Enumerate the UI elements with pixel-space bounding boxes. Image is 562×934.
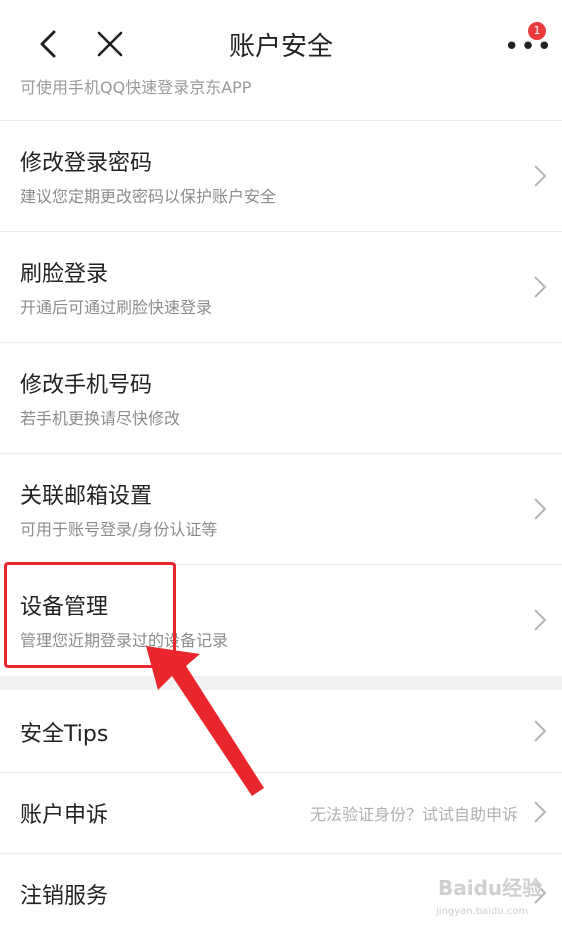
more-menu-button[interactable]: ••• 1 xyxy=(498,22,552,64)
item-subtitle: 建议您定期更改密码以保护账户安全 xyxy=(20,187,277,206)
more-dots-icon: ••• xyxy=(504,32,554,62)
item-title: 刷脸登录 xyxy=(20,262,109,287)
navigation-bar: 账户安全 ••• 1 xyxy=(0,0,562,78)
highlight-box xyxy=(4,562,176,668)
item-title: 修改登录密码 xyxy=(20,151,153,176)
list-item-security-tips[interactable]: 安全Tips xyxy=(0,690,562,772)
item-title: 注销服务 xyxy=(20,884,109,909)
list-item-change-password[interactable]: 修改登录密码 建议您定期更改密码以保护账户安全 xyxy=(0,121,562,231)
list-item-face-login[interactable]: 刷脸登录 开通后可通过刷脸快速登录 xyxy=(0,232,562,342)
list-item-email-settings[interactable]: 关联邮箱设置 可用于账号登录/身份认证等 xyxy=(0,454,562,564)
partial-item-subtitle: 可使用手机QQ快速登录京东APP xyxy=(20,78,252,97)
item-title: 账户申诉 xyxy=(20,803,109,828)
chevron-right-icon xyxy=(534,720,547,742)
watermark-text: Baidu经验 xyxy=(438,876,543,900)
section-separator xyxy=(0,676,562,690)
watermark-url: jingyan.baidu.com xyxy=(436,906,529,917)
item-subtitle: 开通后可通过刷脸快速登录 xyxy=(20,298,213,317)
chevron-right-icon xyxy=(534,801,547,823)
page-title: 账户安全 xyxy=(228,32,333,62)
chevron-right-icon xyxy=(534,165,547,187)
list-item-change-phone[interactable]: 修改手机号码 若手机更换请尽快修改 xyxy=(0,343,562,453)
baidu-watermark-logo: Baidu经验 jingyan.baidu.com xyxy=(432,866,558,928)
item-title: 安全Tips xyxy=(20,722,109,747)
chevron-right-icon xyxy=(534,609,547,631)
item-subtitle: 若手机更换请尽快修改 xyxy=(20,409,181,428)
notification-badge: 1 xyxy=(528,22,546,40)
list-item-account-appeal[interactable]: 账户申诉 无法验证身份？试试自助申诉 xyxy=(0,773,562,853)
partial-list-item[interactable]: 可使用手机QQ快速登录京东APP xyxy=(0,78,562,120)
chevron-right-icon xyxy=(534,276,547,298)
item-title: 修改手机号码 xyxy=(20,373,153,398)
chevron-right-icon xyxy=(534,498,547,520)
appeal-hint: 无法验证身份？试试自助申诉 xyxy=(309,805,518,824)
item-subtitle: 可用于账号登录/身份认证等 xyxy=(20,520,218,539)
item-title: 关联邮箱设置 xyxy=(20,484,153,509)
